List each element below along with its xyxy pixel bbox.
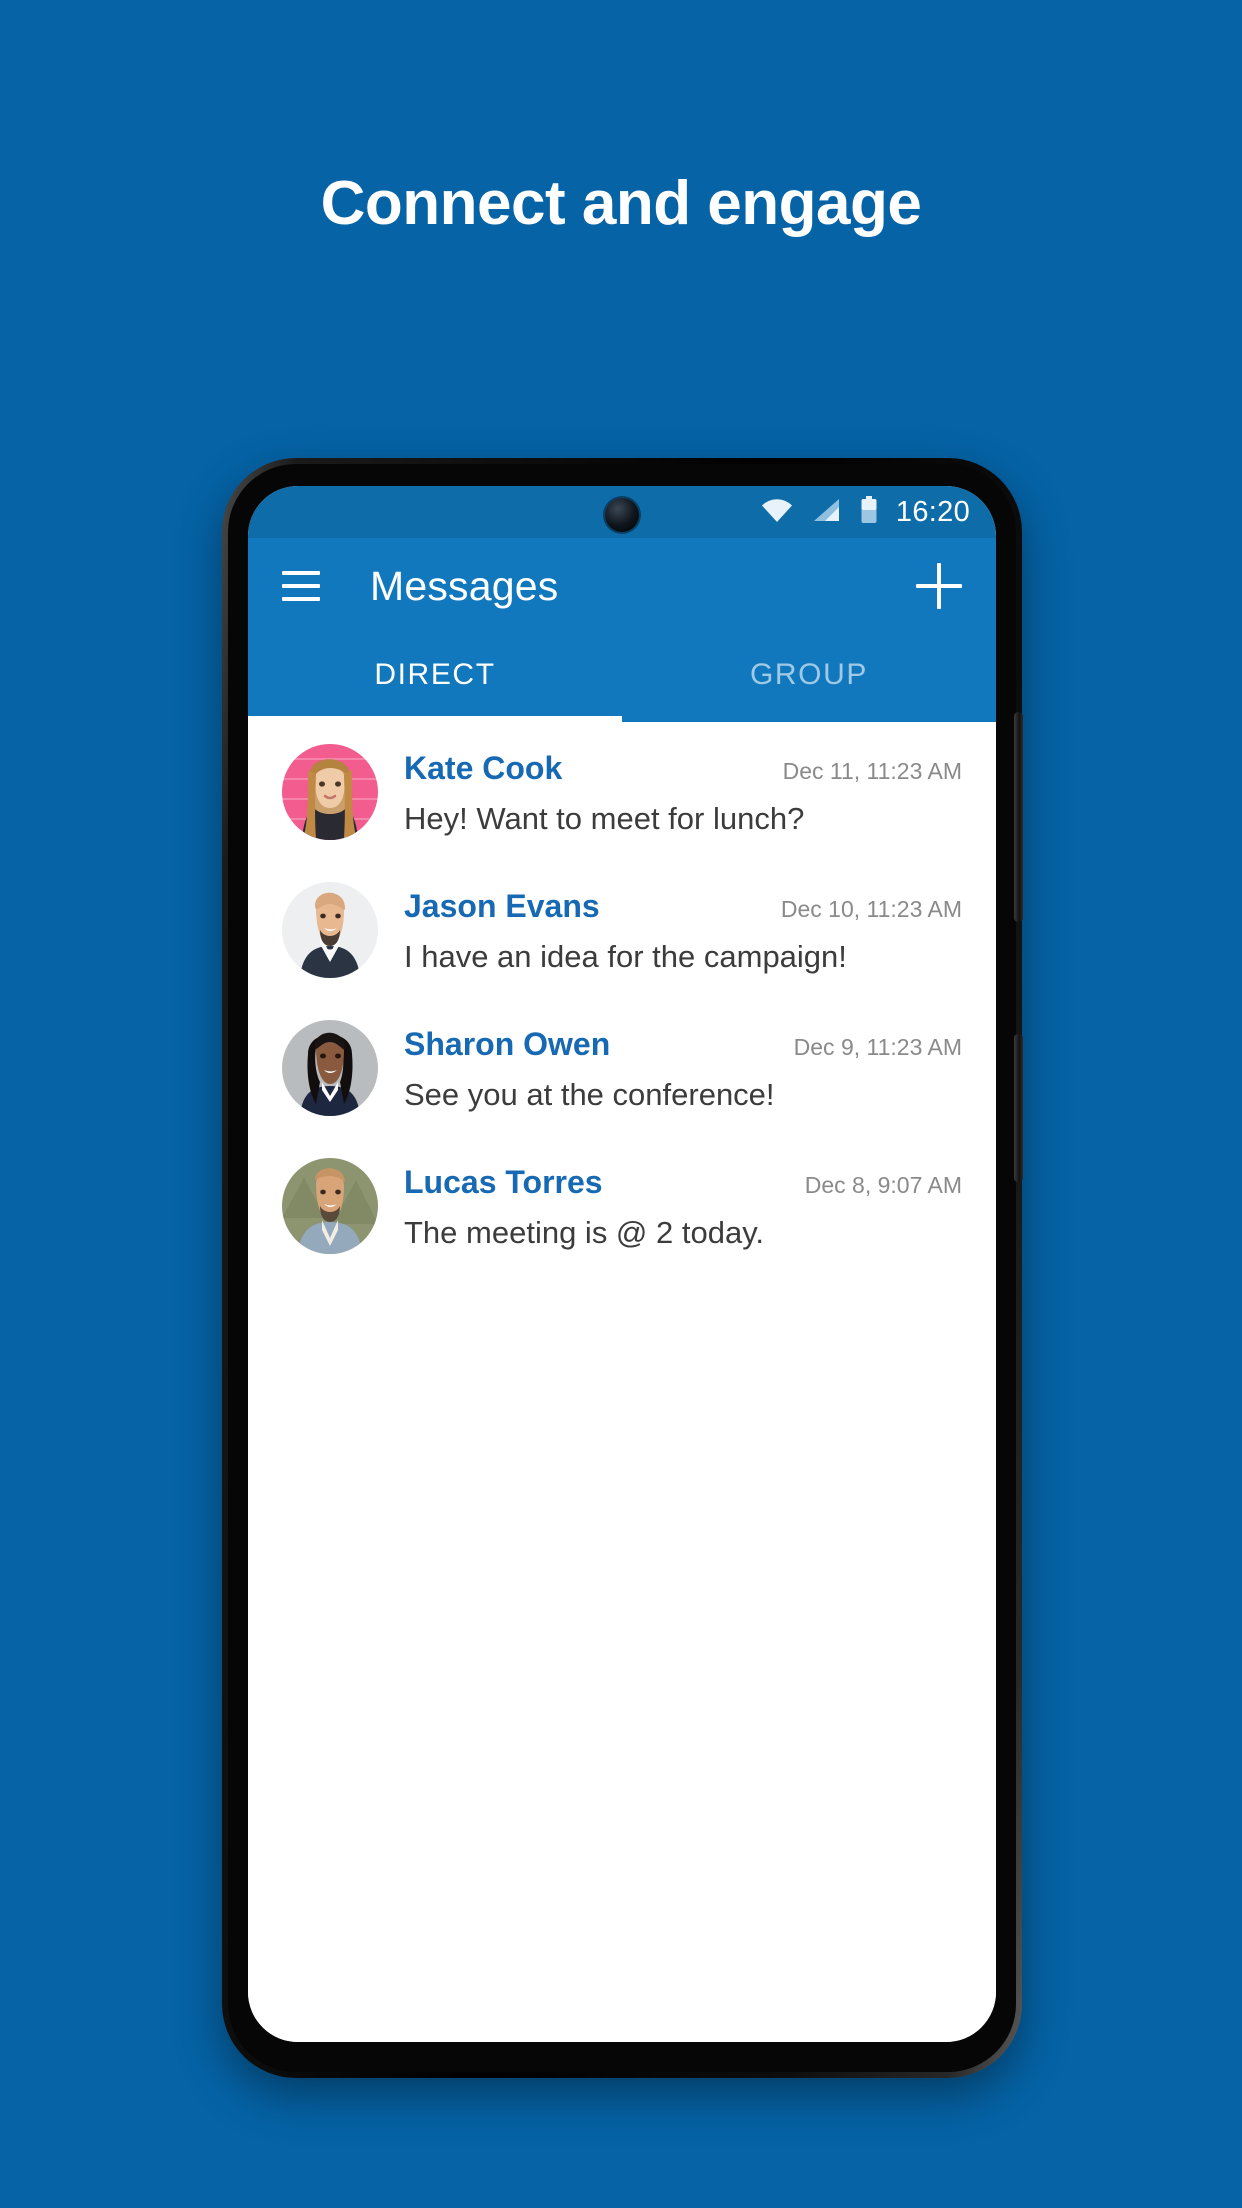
list-item-header: Kate Cook Dec 11, 11:23 AM (404, 750, 962, 787)
message-preview: The meeting is @ 2 today. (404, 1215, 765, 1250)
wifi-icon (760, 497, 794, 528)
front-camera-icon (605, 498, 639, 532)
tab-direct[interactable]: DIRECT (248, 634, 622, 722)
contact-name: Lucas Torres (404, 1164, 603, 1200)
list-item-body: Kate Cook Dec 11, 11:23 AM Hey! Want to … (404, 744, 962, 837)
status-bar-clock: 16:20 (895, 495, 970, 528)
list-item-body: Lucas Torres Dec 8, 9:07 AM The meeting … (404, 1158, 962, 1251)
conversation-list: Kate Cook Dec 11, 11:23 AM Hey! Want to … (248, 722, 996, 2042)
promo-screenshot: Connect and engage 16:20 Messages DIRECT… (0, 0, 1242, 2208)
contact-name: Kate Cook (404, 750, 563, 786)
power-button[interactable] (1014, 1034, 1023, 1182)
contact-name: Sharon Owen (404, 1026, 611, 1062)
phone-screen: 16:20 Messages DIRECT GROUP Kate Cook De… (248, 486, 996, 2042)
message-timestamp: Dec 8, 9:07 AM (804, 1172, 962, 1198)
list-item-body: Jason Evans Dec 10, 11:23 AM I have an i… (404, 882, 962, 975)
plus-icon[interactable] (916, 563, 962, 609)
phone-device-frame: 16:20 Messages DIRECT GROUP Kate Cook De… (222, 458, 1023, 2078)
message-preview: See you at the conference! (404, 1077, 775, 1112)
avatar (282, 744, 378, 840)
list-item[interactable]: Sharon Owen Dec 9, 11:23 AM See you at t… (248, 998, 996, 1136)
phone-bezel: 16:20 Messages DIRECT GROUP Kate Cook De… (228, 464, 1023, 2072)
message-timestamp: Dec 11, 11:23 AM (782, 758, 962, 784)
message-timestamp: Dec 10, 11:23 AM (780, 896, 962, 922)
list-item-body: Sharon Owen Dec 9, 11:23 AM See you at t… (404, 1020, 962, 1113)
page-title: Messages (370, 562, 559, 609)
avatar (282, 1158, 378, 1254)
message-preview: Hey! Want to meet for lunch? (404, 801, 805, 836)
list-item[interactable]: Lucas Torres Dec 8, 9:07 AM The meeting … (248, 1136, 996, 1274)
list-item-header: Jason Evans Dec 10, 11:23 AM (404, 888, 962, 925)
message-preview: I have an idea for the campaign! (404, 939, 847, 974)
avatar (282, 1020, 378, 1116)
promo-headline: Connect and engage (320, 169, 922, 238)
cellular-signal-icon (812, 497, 842, 528)
tab-bar: DIRECT GROUP (248, 634, 996, 722)
avatar (282, 882, 378, 978)
hamburger-menu-icon[interactable] (282, 571, 320, 601)
list-item[interactable]: Jason Evans Dec 10, 11:23 AM I have an i… (248, 860, 996, 998)
app-bar: Messages (248, 538, 996, 634)
tab-active-indicator (248, 716, 622, 722)
battery-icon (860, 495, 878, 529)
status-bar: 16:20 (248, 486, 996, 538)
volume-rocker-button[interactable] (1014, 712, 1023, 922)
contact-name: Jason Evans (404, 888, 600, 924)
list-item[interactable]: Kate Cook Dec 11, 11:23 AM Hey! Want to … (248, 722, 996, 860)
tab-group[interactable]: GROUP (622, 634, 996, 722)
message-timestamp: Dec 9, 11:23 AM (793, 1034, 962, 1060)
list-item-header: Sharon Owen Dec 9, 11:23 AM (404, 1026, 962, 1063)
list-item-header: Lucas Torres Dec 8, 9:07 AM (404, 1164, 962, 1201)
